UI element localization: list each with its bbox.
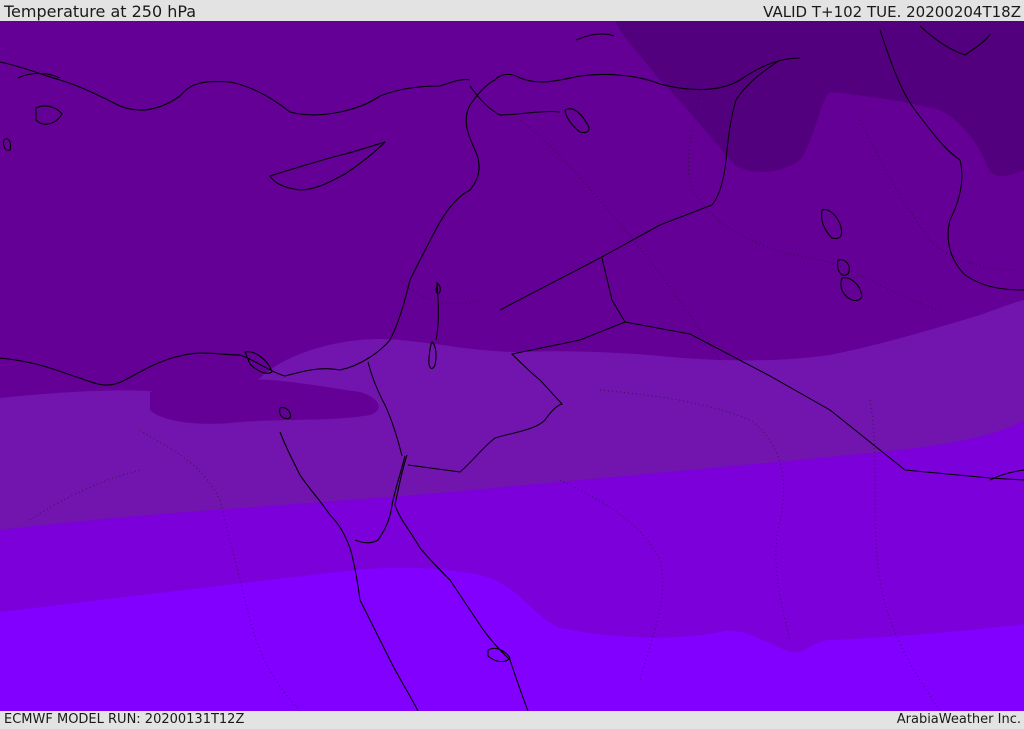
map-title: Temperature at 250 hPa <box>4 2 197 21</box>
valid-time: VALID T+102 TUE. 20200204T18Z <box>763 3 1021 21</box>
credit-label: ArabiaWeather Inc. <box>896 712 1021 727</box>
footer-bar: ECMWF MODEL RUN: 20200131T12Z ArabiaWeat… <box>0 711 1024 729</box>
header-bar: Temperature at 250 hPa VALID T+102 TUE. … <box>0 0 1024 21</box>
map-canvas <box>0 21 1024 711</box>
model-run-label: ECMWF MODEL RUN: 20200131T12Z <box>4 712 245 727</box>
weather-map[interactable] <box>0 21 1024 711</box>
